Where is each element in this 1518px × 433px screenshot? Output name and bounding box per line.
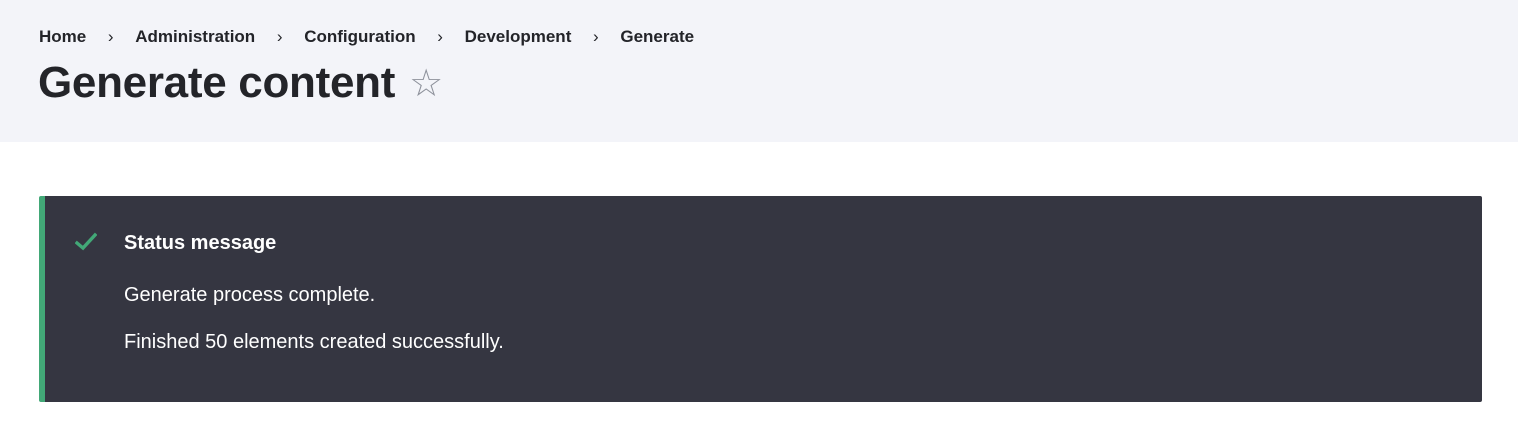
status-message: Status message Generate process complete… [39, 196, 1482, 402]
status-heading: Status message [124, 232, 277, 254]
breadcrumb-current: Generate [620, 27, 695, 46]
breadcrumb-separator: › [593, 27, 599, 46]
star-icon[interactable]: ☆ [409, 56, 443, 110]
breadcrumb-separator: › [276, 27, 283, 46]
breadcrumb-administration[interactable]: Administration [135, 27, 255, 47]
breadcrumb-separator: › [107, 27, 114, 46]
status-text: Generate process complete. [124, 284, 376, 306]
breadcrumb: Home › Administration › Configuration › … [39, 27, 694, 47]
page-title: Generate content [38, 58, 396, 107]
status-text: Finished 50 elements created successfull… [124, 331, 504, 353]
checkmark-icon [75, 232, 97, 251]
breadcrumb-development[interactable]: Development [465, 27, 572, 47]
breadcrumb-separator: › [437, 27, 443, 46]
page-header: Home › Administration › Configuration › … [0, 0, 1518, 142]
breadcrumb-home[interactable]: Home [39, 27, 86, 47]
breadcrumb-configuration[interactable]: Configuration [304, 27, 415, 47]
title-row: Generate content ☆ [38, 56, 443, 110]
